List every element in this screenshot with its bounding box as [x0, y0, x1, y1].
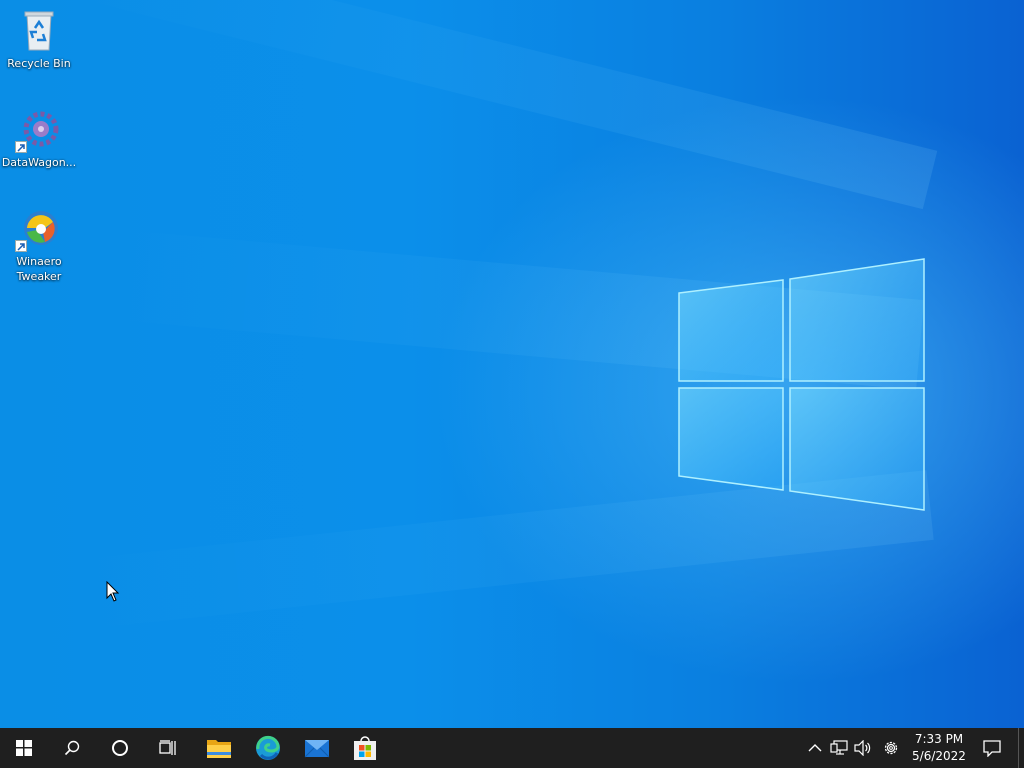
search-icon [64, 740, 80, 756]
show-desktop-button[interactable] [1018, 728, 1024, 768]
search-button[interactable] [48, 728, 96, 768]
task-view-button[interactable] [144, 728, 192, 768]
desktop-icon-datawagon[interactable]: DataWagon... [0, 105, 78, 170]
taskbar-edge[interactable] [244, 728, 292, 768]
show-hidden-icons-button[interactable] [805, 738, 825, 758]
network-button[interactable] [829, 738, 849, 758]
edge-icon [256, 735, 280, 760]
volume-icon [854, 740, 871, 756]
settings-gear-icon [884, 741, 898, 755]
cortana-icon [112, 740, 128, 756]
network-icon [830, 740, 848, 755]
file-explorer-icon [207, 740, 231, 758]
taskbar-mail[interactable] [293, 728, 341, 768]
datawagon-icon [15, 105, 63, 153]
taskbar: 7:33 PM 5/6/2022 [0, 728, 1024, 768]
chevron-up-icon [808, 744, 822, 752]
desktop-icon-label: DataWagon... [1, 156, 77, 169]
desktop-icon-winaero-tweaker[interactable]: Winaero Tweaker [0, 204, 78, 284]
desktop-icon-label: Recycle Bin [7, 57, 71, 70]
settings-tray-button[interactable] [881, 738, 901, 758]
mail-icon [304, 740, 330, 758]
desktop-background[interactable]: Recycle Bin DataWagon... Winaero Tweaker [0, 0, 1024, 728]
taskbar-clock[interactable]: 7:33 PM 5/6/2022 [906, 731, 972, 765]
taskbar-store[interactable] [341, 728, 389, 768]
recycle-bin-icon [15, 6, 63, 54]
cortana-button[interactable] [96, 728, 144, 768]
clock-time: 7:33 PM [914, 732, 964, 746]
windows-logo-icon [16, 740, 32, 756]
light-beam [78, 0, 938, 210]
action-center-button[interactable] [972, 728, 1012, 768]
winaero-tweaker-icon [15, 204, 63, 252]
shortcut-arrow-icon [15, 240, 27, 252]
clock-date: 5/6/2022 [912, 749, 966, 763]
desktop-icon-recycle-bin[interactable]: Recycle Bin [0, 6, 78, 71]
taskbar-file-explorer[interactable] [195, 728, 243, 768]
desktop-icon-label: Winaero Tweaker [16, 255, 62, 283]
volume-button[interactable] [853, 738, 873, 758]
start-button[interactable] [0, 728, 48, 768]
shortcut-arrow-icon [15, 141, 27, 153]
mouse-cursor-icon [106, 581, 120, 602]
windows-logo-wallpaper [678, 258, 925, 511]
task-view-icon [159, 740, 176, 755]
store-icon [354, 736, 376, 760]
action-center-icon [983, 740, 1001, 757]
